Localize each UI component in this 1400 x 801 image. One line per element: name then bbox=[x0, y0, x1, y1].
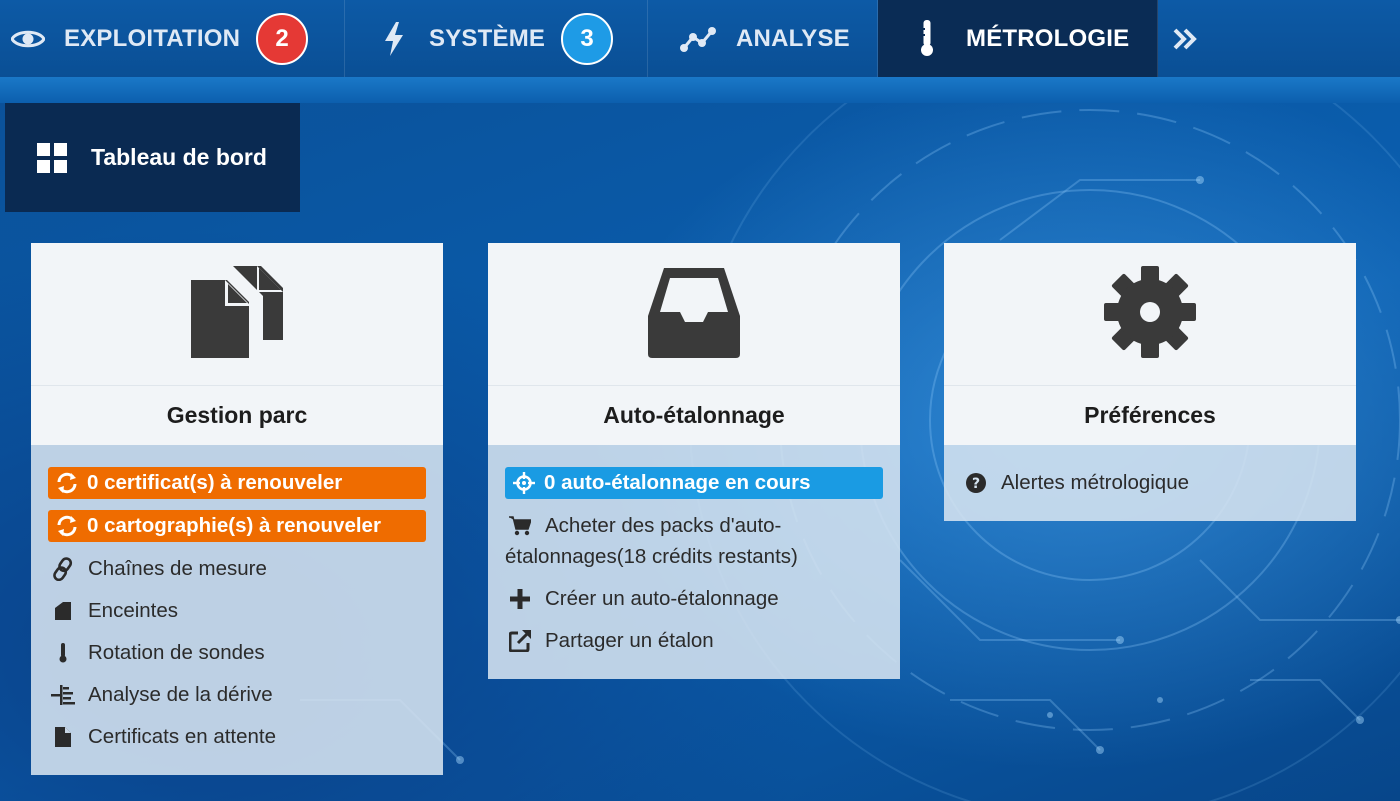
cartographies-alert[interactable]: 0 cartographie(s) à renouveler bbox=[48, 510, 426, 542]
link-rotation-de-sondes[interactable]: Rotation de sondes bbox=[48, 637, 426, 668]
bolt-icon bbox=[381, 21, 407, 56]
link-analyse-de-la-derive[interactable]: Analyse de la dérive bbox=[48, 679, 426, 710]
link-icon bbox=[50, 553, 76, 584]
file-icon bbox=[50, 721, 76, 752]
notification-badge: 2 bbox=[256, 12, 309, 65]
link-label: Partager un étalon bbox=[545, 629, 714, 652]
notification-badge: 3 bbox=[561, 12, 614, 65]
nav-underline-strip bbox=[0, 77, 1400, 103]
line-chart-icon bbox=[680, 26, 716, 52]
enclosure-icon bbox=[50, 595, 76, 626]
card-gestion-parc: Gestion parc 0 certificat(s) à renouvele… bbox=[31, 243, 443, 775]
card-header[interactable]: Auto-étalonnage bbox=[488, 243, 900, 445]
thermometer-icon bbox=[918, 19, 936, 58]
crosshair-icon bbox=[511, 472, 537, 494]
alert-label: 0 certificat(s) à renouveler bbox=[87, 471, 343, 494]
subtab-label: Tableau de bord bbox=[91, 144, 267, 170]
link-label: Analyse de la dérive bbox=[88, 683, 273, 706]
copy-files-icon bbox=[191, 265, 283, 363]
alert-label: 0 cartographie(s) à renouveler bbox=[87, 514, 381, 537]
link-partager-etalon[interactable]: Partager un étalon bbox=[505, 625, 883, 656]
double-chevron-right-icon bbox=[1172, 28, 1198, 50]
card-auto-etalonnage: Auto-étalonnage 0 auto-étalonnage en cou… bbox=[488, 243, 900, 679]
certificats-alert[interactable]: 0 certificat(s) à renouveler bbox=[48, 467, 426, 499]
probe-icon bbox=[50, 637, 76, 668]
card-header[interactable]: Préférences bbox=[944, 243, 1356, 445]
alert-label: 0 auto-étalonnage en cours bbox=[544, 471, 811, 494]
question-circle-icon: ? bbox=[963, 467, 989, 498]
link-creer-auto-etalonnage[interactable]: Créer un auto-étalonnage bbox=[505, 583, 883, 614]
link-label-line1: Acheter des packs d'auto- bbox=[545, 514, 782, 537]
drift-icon bbox=[50, 679, 76, 710]
card-title: Auto-étalonnage bbox=[603, 402, 785, 428]
card-title: Préférences bbox=[1084, 402, 1216, 428]
tab-tableau-de-bord[interactable]: Tableau de bord bbox=[5, 103, 300, 212]
cart-icon bbox=[507, 510, 533, 541]
link-label: Rotation de sondes bbox=[88, 641, 265, 664]
card-title: Gestion parc bbox=[166, 402, 308, 428]
dashboard-grid-icon bbox=[37, 142, 67, 173]
tab-label: SYSTÈME bbox=[429, 24, 546, 52]
link-acheter-packs[interactable]: Acheter des packs d'auto-étalonnages(18 … bbox=[505, 510, 883, 572]
card-header[interactable]: Gestion parc bbox=[31, 243, 443, 445]
refresh-icon bbox=[54, 515, 80, 537]
link-label: Chaînes de mesure bbox=[88, 557, 267, 580]
link-certificats-en-attente[interactable]: Certificats en attente bbox=[48, 721, 426, 752]
more-tabs-button[interactable] bbox=[1158, 0, 1218, 77]
svg-text:?: ? bbox=[972, 476, 980, 492]
tab-exploitation[interactable]: EXPLOITATION 2 bbox=[0, 0, 345, 77]
tab-label: ANALYSE bbox=[736, 24, 850, 52]
plus-icon bbox=[507, 583, 533, 614]
tab-label: MÉTROLOGIE bbox=[966, 24, 1130, 52]
link-label: Certificats en attente bbox=[88, 725, 277, 748]
top-navigation: EXPLOITATION 2 SYSTÈME 3 ANALYSE MÉTROLO… bbox=[0, 0, 1400, 77]
tab-systeme[interactable]: SYSTÈME 3 bbox=[345, 0, 648, 77]
share-external-icon bbox=[507, 625, 533, 656]
link-label: Enceintes bbox=[88, 599, 179, 622]
link-enceintes[interactable]: Enceintes bbox=[48, 595, 426, 626]
link-chaines-de-mesure[interactable]: Chaînes de mesure bbox=[48, 553, 426, 584]
tab-analyse[interactable]: ANALYSE bbox=[648, 0, 878, 77]
card-preferences: Préférences ? Alertes métrologique bbox=[944, 243, 1356, 521]
inbox-tray-icon bbox=[648, 266, 740, 363]
link-label-line2: étalonnages(18 crédits restants) bbox=[505, 545, 798, 568]
gear-icon bbox=[1104, 265, 1196, 363]
link-alertes-metrologique[interactable]: ? Alertes métrologique bbox=[961, 467, 1339, 498]
link-label: Créer un auto-étalonnage bbox=[545, 587, 779, 610]
refresh-icon bbox=[54, 472, 80, 494]
auto-etalonnage-en-cours-alert[interactable]: 0 auto-étalonnage en cours bbox=[505, 467, 883, 499]
tab-metrologie[interactable]: MÉTROLOGIE bbox=[878, 0, 1158, 77]
link-label: Alertes métrologique bbox=[1001, 471, 1190, 494]
eye-icon bbox=[8, 28, 48, 50]
tab-label: EXPLOITATION bbox=[64, 24, 241, 52]
